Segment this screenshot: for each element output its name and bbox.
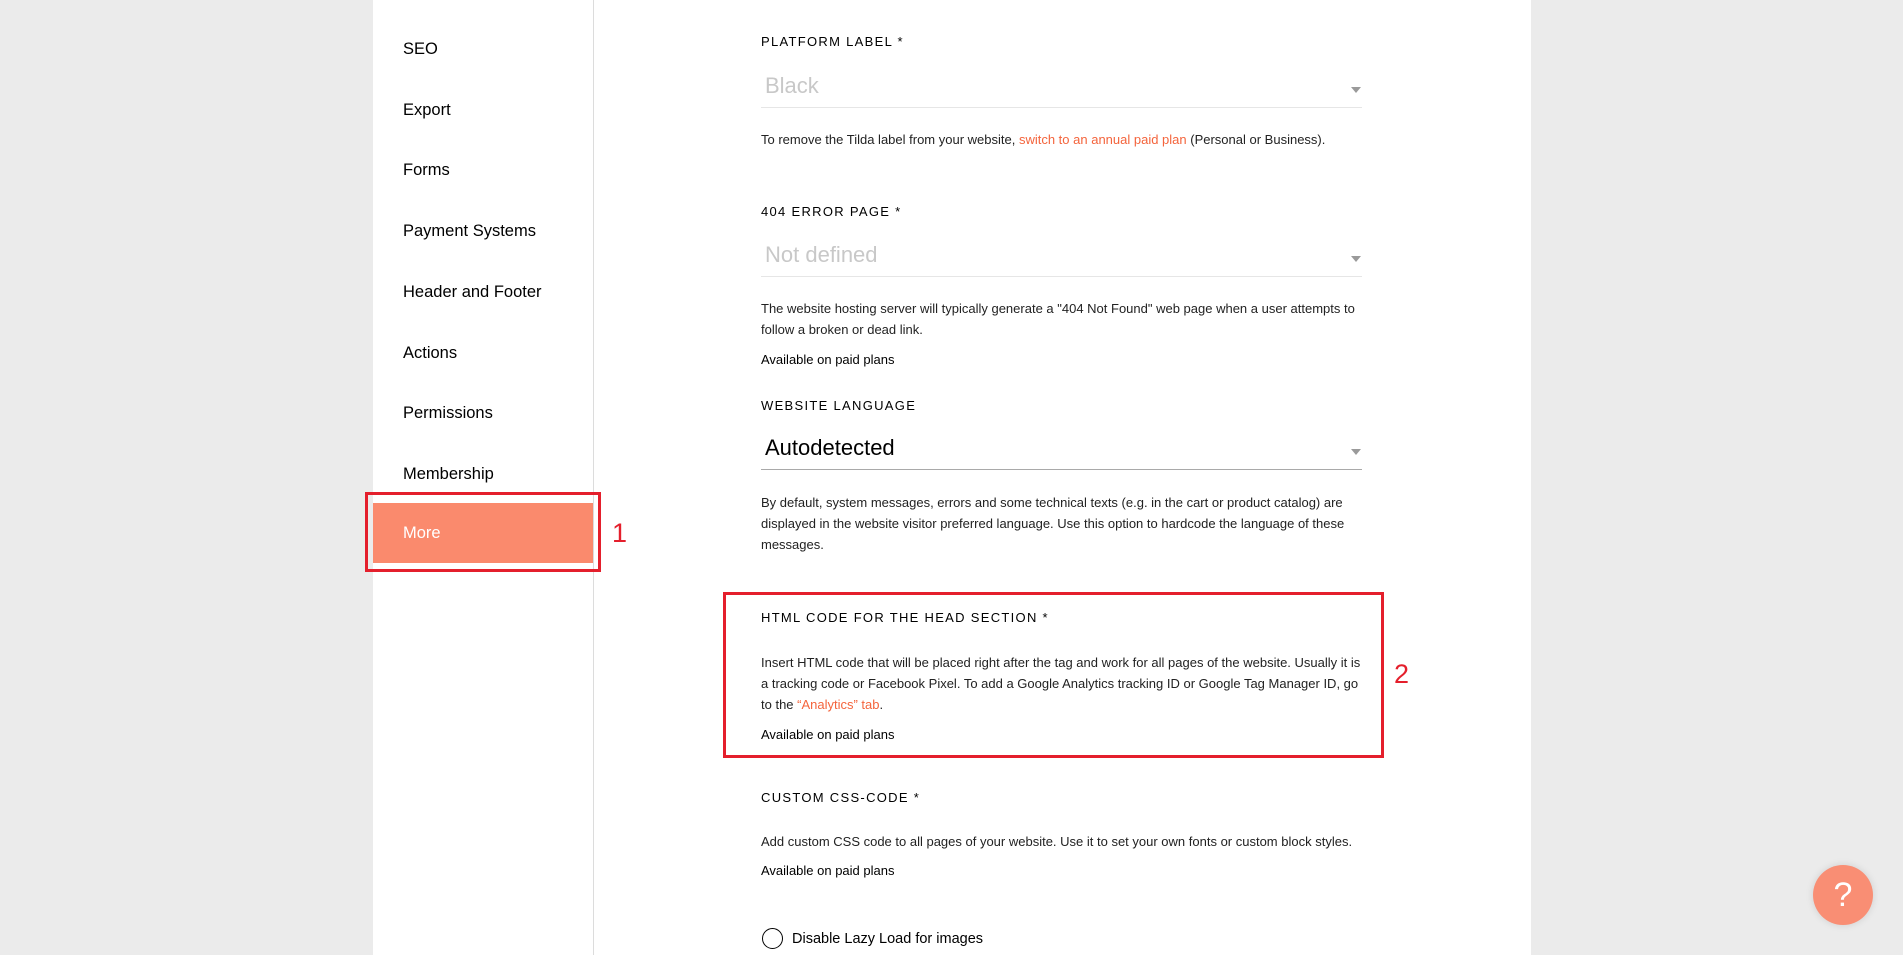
website-language-select[interactable]: Autodetected bbox=[761, 429, 1362, 470]
sidebar-item-membership[interactable]: Membership bbox=[373, 444, 593, 504]
dropdown-arrow-icon bbox=[1351, 87, 1361, 93]
sidebar-item-label: Export bbox=[403, 100, 451, 119]
sidebar-item-seo[interactable]: SEO bbox=[373, 19, 593, 79]
annotation-number-2: 2 bbox=[1394, 659, 1410, 689]
dropdown-arrow-icon bbox=[1351, 449, 1361, 455]
description-text: To remove the Tilda label from your webs… bbox=[761, 132, 1019, 147]
custom-css-description: Add custom CSS code to all pages of your… bbox=[761, 834, 1353, 849]
sidebar-item-export[interactable]: Export bbox=[373, 80, 593, 140]
website-language-value: Autodetected bbox=[765, 435, 895, 460]
error-page-availability: Available on paid plans bbox=[761, 352, 895, 367]
description-text: (Personal or Business). bbox=[1186, 132, 1326, 147]
analytics-tab-link[interactable]: “Analytics” tab bbox=[797, 697, 879, 712]
sidebar-item-label: Forms bbox=[403, 160, 450, 179]
sidebar-item-payment-systems[interactable]: Payment Systems bbox=[373, 201, 593, 261]
settings-sidebar: SEO Export Forms Payment Systems Header … bbox=[373, 0, 594, 955]
question-mark-icon: ? bbox=[1833, 875, 1853, 914]
head-html-heading: HTML CODE FOR THE HEAD SECTION * bbox=[761, 610, 1049, 625]
sidebar-item-label: Actions bbox=[403, 343, 458, 362]
website-language-heading: WEBSITE LANGUAGE bbox=[761, 398, 917, 413]
platform-label-description: To remove the Tilda label from your webs… bbox=[761, 129, 1366, 150]
annual-plan-link[interactable]: switch to an annual paid plan bbox=[1019, 132, 1187, 147]
custom-css-availability: Available on paid plans bbox=[761, 863, 895, 878]
head-html-availability: Available on paid plans bbox=[761, 727, 895, 742]
custom-css-heading: CUSTOM CSS-CODE * bbox=[761, 790, 921, 805]
sidebar-item-permissions[interactable]: Permissions bbox=[373, 383, 593, 443]
error-page-heading: 404 ERROR PAGE * bbox=[761, 204, 902, 219]
sidebar-item-more[interactable]: More bbox=[373, 503, 593, 563]
platform-label-heading: PLATFORM LABEL * bbox=[761, 34, 904, 49]
description-text: . bbox=[879, 697, 884, 712]
sidebar-item-label: Header and Footer bbox=[403, 282, 542, 301]
error-page-value: Not defined bbox=[765, 242, 878, 267]
platform-label-value: Black bbox=[765, 73, 819, 98]
checkbox-circle-icon bbox=[762, 928, 783, 949]
error-page-select[interactable]: Not defined bbox=[761, 236, 1362, 277]
sidebar-item-actions[interactable]: Actions bbox=[373, 323, 593, 383]
sidebar-item-label: Membership bbox=[403, 464, 494, 483]
head-html-description: Insert HTML code that will be placed rig… bbox=[761, 652, 1369, 715]
annotation-number-1: 1 bbox=[612, 518, 628, 548]
sidebar-item-forms[interactable]: Forms bbox=[373, 140, 593, 200]
error-page-description: The website hosting server will typicall… bbox=[761, 301, 1355, 337]
sidebar-item-label: Permissions bbox=[403, 403, 493, 422]
dropdown-arrow-icon bbox=[1351, 256, 1361, 262]
website-language-description: By default, system messages, errors and … bbox=[761, 495, 1345, 552]
sidebar-item-label: Payment Systems bbox=[403, 221, 536, 240]
checkbox-label: Disable Lazy Load for images bbox=[792, 930, 984, 947]
disable-lazy-load-checkbox[interactable]: Disable Lazy Load for images bbox=[761, 928, 983, 949]
sidebar-item-label: More bbox=[403, 523, 441, 542]
sidebar-item-label: SEO bbox=[403, 39, 438, 58]
help-button[interactable]: ? bbox=[1813, 865, 1873, 925]
platform-label-select[interactable]: Black bbox=[761, 67, 1362, 108]
sidebar-item-header-and-footer[interactable]: Header and Footer bbox=[373, 262, 593, 322]
